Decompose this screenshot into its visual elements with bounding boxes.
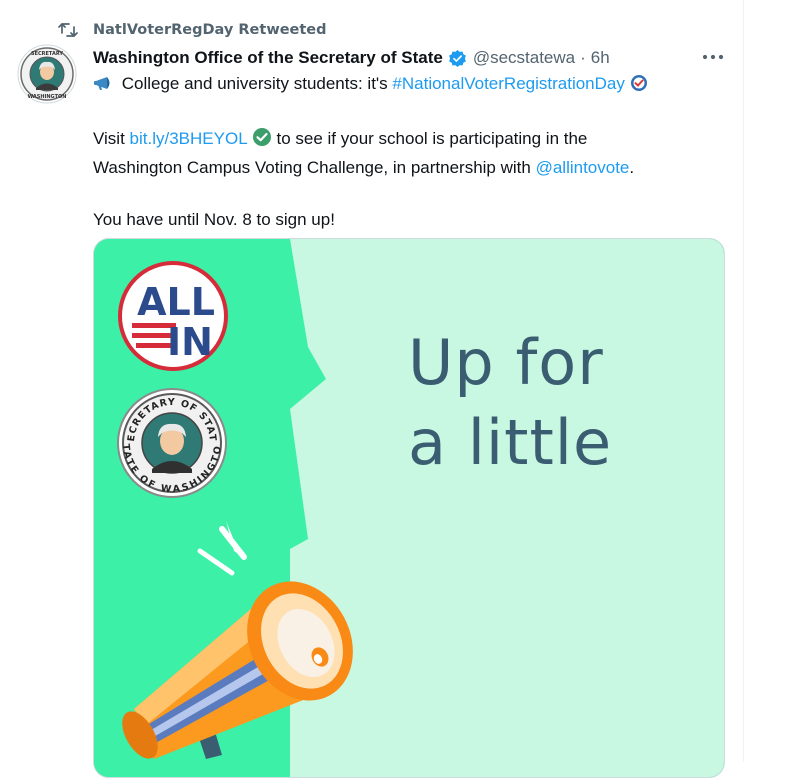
author-name[interactable]: Washington Office of the Secretary of St… <box>93 48 443 68</box>
tweet-line-3: Washington Campus Voting Challenge, in p… <box>93 155 733 181</box>
tweet-media-image[interactable]: ALL IN SECRETARY OF STATE <box>93 238 725 778</box>
tweet-body: College and university students: it's #N… <box>93 71 733 233</box>
hashtag-link[interactable]: #NationalVoterRegistrationDay <box>392 74 624 93</box>
timeline-column: NatlVoterRegDay Retweeted SECRETARY WASH… <box>0 0 744 778</box>
tweet-timestamp[interactable]: 6h <box>591 48 610 68</box>
tweet-line-1: College and university students: it's #N… <box>93 71 733 100</box>
verified-badge-icon <box>448 49 467 68</box>
check-mark-emoji-icon <box>252 127 272 155</box>
retweet-label: NatlVoterRegDay Retweeted <box>93 22 327 38</box>
more-dots-icon <box>702 54 724 60</box>
svg-text:SECRETARY: SECRETARY <box>31 51 63 57</box>
secretary-of-state-seal: SECRETARY OF STATE STATE OF WASHINGTON <box>112 379 228 499</box>
tweet-line-2: Visit bit.ly/3BHEYOL to see if your scho… <box>93 126 733 155</box>
headline-line-1: Up for <box>408 326 604 399</box>
short-link[interactable]: bit.ly/3BHEYOL <box>130 129 247 148</box>
tweet-line-3-suffix: . <box>629 158 635 177</box>
more-options-button[interactable] <box>696 45 730 69</box>
svg-text:WASHINGTON: WASHINGTON <box>28 94 67 100</box>
all-in-logo: ALL IN <box>118 261 228 371</box>
all-in-logo-bottom: IN <box>167 320 213 364</box>
megaphone-emoji-icon <box>93 74 117 100</box>
secretary-of-state-seal-icon: SECRETARY WASHINGTON <box>17 44 77 104</box>
tweet-line-4: You have until Nov. 8 to sign up! <box>93 210 335 229</box>
retweet-icon <box>58 21 78 39</box>
tweet-line-2-text: to see if your school is participating i… <box>271 129 588 148</box>
author-handle[interactable]: @secstatewa <box>473 48 575 68</box>
tweet-blank-1 <box>93 100 733 126</box>
media-headline: Up for a little <box>408 323 708 483</box>
headline-line-2: a little <box>408 406 613 479</box>
author-avatar[interactable]: SECRETARY WASHINGTON <box>17 44 77 104</box>
all-in-logo-top: ALL <box>137 280 215 324</box>
tweet-header: Washington Office of the Secretary of St… <box>93 45 610 71</box>
tweet-line-1-text: College and university students: it's <box>121 74 393 93</box>
retweet-header[interactable]: NatlVoterRegDay Retweeted <box>58 20 327 40</box>
tweet-line-2-prefix: Visit <box>93 129 130 148</box>
mention-link[interactable]: @allintovote <box>536 158 630 177</box>
tweet-blank-2 <box>93 181 733 207</box>
ballot-box-emoji-icon <box>630 74 648 100</box>
header-separator: · <box>580 48 586 67</box>
tweet-line-3-text: Washington Campus Voting Challenge, in p… <box>93 158 536 177</box>
